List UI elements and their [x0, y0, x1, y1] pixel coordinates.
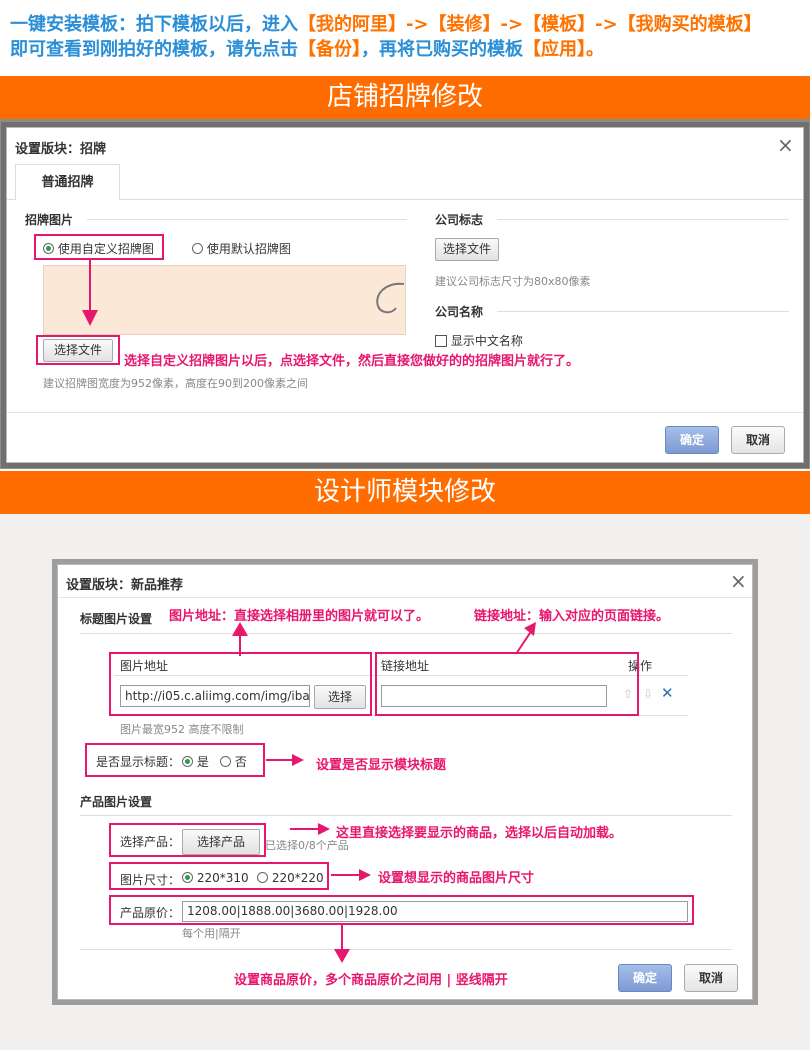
annotation-price: 设置商品原价，多个商品原价之间用 | 竖线隔开: [234, 973, 508, 988]
intro-line-1-a: 一键安装模板：拍下模板以后，进入: [10, 14, 298, 35]
intro-text: 一键安装模板：拍下模板以后，进入【我的阿里】->【装修】->【模板】->【我购买…: [0, 0, 810, 76]
arrow-down-icon: [334, 925, 350, 963]
show-cn-name-checkbox[interactable]: 显示中文名称: [435, 332, 523, 349]
section-label-logo: 公司标志: [435, 213, 484, 227]
divider: [80, 815, 732, 816]
cancel-button[interactable]: 取消: [684, 964, 738, 992]
intro-line-2-c: ，再将已购买的模板: [361, 39, 523, 60]
checkbox-icon[interactable]: [435, 335, 447, 347]
intro-line-2: 即可查看到刚拍好的模板，请先点击【备份】，再将已购买的模板【应用】。: [10, 37, 810, 62]
ok-button[interactable]: 确定: [665, 426, 719, 454]
highlight-custom-radio: [34, 234, 164, 260]
logo-hint: 建议公司标志尺寸为80x80像素: [435, 275, 591, 288]
divider: [87, 219, 407, 220]
intro-backup: 【备份】: [298, 39, 361, 60]
move-down-icon[interactable]: ⇩: [643, 687, 653, 701]
radio-default-label: 使用默认招牌图: [206, 242, 291, 256]
annotation-show-title: 设置是否显示模块标题: [316, 758, 447, 773]
sign-image-hint: 建议招牌图宽度为952像素，高度在90到200像素之间: [43, 377, 308, 390]
dialog-shop-sign: 设置版块：招牌 × 普通招牌 招牌图片 使用自定义招牌图 使用默认招牌图 选择文…: [6, 127, 804, 463]
ok-button[interactable]: 确定: [618, 964, 672, 992]
tab-bar: [7, 162, 803, 200]
highlight-link-url: [375, 652, 639, 716]
divider: [497, 311, 789, 312]
section-label-sign-image: 招牌图片: [25, 213, 74, 227]
footer-divider: [80, 949, 732, 950]
intro-line-2-a: 即可查看到刚拍好的模板，请先点击: [10, 39, 298, 60]
section-label-company-name: 公司名称: [435, 305, 484, 319]
close-icon[interactable]: ×: [777, 135, 794, 155]
section-title-shop-sign: 店铺招牌修改: [0, 76, 810, 119]
highlight-price: [109, 895, 694, 925]
section-label-product-image: 产品图片设置: [80, 795, 153, 809]
highlight-image-url: [109, 652, 372, 716]
annotation-link-url: 链接地址：输入对应的页面链接。: [474, 609, 670, 624]
arrow-right-icon: [290, 823, 330, 835]
arrow-diagonal-icon: [515, 622, 536, 655]
swirl-decoration-icon: [376, 282, 405, 314]
footer-divider: [7, 412, 803, 413]
radio-default-sign[interactable]: 使用默认招牌图: [192, 240, 291, 257]
annotation-select-product: 这里直接选择要显示的商品，选择以后自动加载。: [336, 826, 623, 841]
annotation-image-size: 设置想显示的商品图片尺寸: [378, 871, 535, 886]
dialog-new-products: 设置版块：新品推荐 × 标题图片设置 图片地址 链接地址 操作 http://i…: [57, 564, 753, 1000]
radio-unchecked-icon[interactable]: [192, 243, 203, 254]
image-size-hint: 图片最宽952 高度不限制: [120, 723, 244, 736]
intro-apply: 【应用】。: [523, 39, 604, 60]
arrow-down-icon: [82, 258, 98, 326]
section-label-title-image: 标题图片设置: [80, 612, 153, 626]
logo-choose-file-button[interactable]: 选择文件: [435, 238, 499, 261]
arrow-up-icon: [232, 622, 248, 656]
highlight-show-title: [85, 743, 265, 777]
show-cn-name-label: 显示中文名称: [450, 334, 523, 348]
intro-line-1-path: 【我的阿里】->【装修】->【模板】->【我购买的模板】: [298, 14, 762, 35]
highlight-select-product: [109, 823, 266, 857]
arrow-right-icon: [266, 754, 304, 766]
annotation-image-url: 图片地址：直接选择相册里的图片就可以了。: [169, 609, 430, 624]
title-divider: [58, 597, 752, 598]
tab-normal-sign[interactable]: 普通招牌: [15, 164, 120, 201]
highlight-choose-file: [36, 335, 120, 365]
dialog-title: 设置版块：新品推荐: [66, 578, 184, 593]
divider: [497, 219, 789, 220]
arrow-right-icon: [331, 869, 371, 881]
delete-icon[interactable]: ✕: [661, 684, 674, 702]
divider: [80, 633, 732, 634]
section-title-designer-module: 设计师模块修改: [0, 471, 810, 514]
price-hint: 每个用|隔开: [182, 927, 241, 940]
cancel-button[interactable]: 取消: [731, 426, 785, 454]
dialog-title: 设置版块：招牌: [15, 142, 107, 157]
annotation-choose-file: 选择自定义招牌图片以后，点选择文件，然后直接您做好的的招牌图片就行了。: [124, 354, 580, 369]
close-icon[interactable]: ×: [730, 571, 747, 591]
highlight-image-size: [109, 862, 329, 890]
intro-line-1: 一键安装模板：拍下模板以后，进入【我的阿里】->【装修】->【模板】->【我购买…: [10, 12, 810, 37]
